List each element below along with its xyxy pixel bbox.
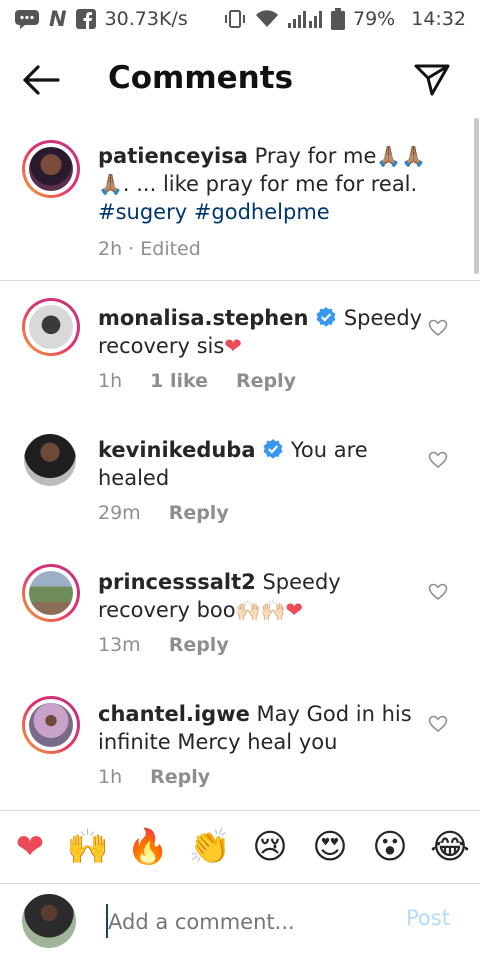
status-bar: N 30.73K/s 79% 14:32	[0, 0, 480, 38]
comment-meta: 13m Reply	[98, 634, 229, 656]
comment-username[interactable]: monalisa.stephen	[98, 306, 308, 330]
praying-hands-emoji: 🙏🏽🙏🏽	[376, 144, 427, 168]
like-heart-icon[interactable]	[428, 450, 448, 470]
clock: 14:32	[411, 8, 466, 30]
caption-line2: . ... like pray for me for real.	[122, 172, 418, 196]
scrollbar[interactable]	[474, 118, 479, 274]
comment-username[interactable]: kevinikeduba	[98, 438, 256, 462]
wifi-icon	[255, 9, 279, 29]
avatar-image	[29, 703, 73, 747]
vibrate-icon	[223, 9, 247, 29]
header: Comments	[0, 38, 480, 124]
avatar[interactable]	[22, 298, 80, 356]
avatar-image	[29, 147, 73, 191]
comment-line2: recovery sis	[98, 334, 225, 358]
caption-username[interactable]: patienceyisa	[98, 144, 248, 168]
page-title: Comments	[108, 60, 294, 96]
comment-text: princesssalt2 Speedy recovery boo🙌🏻🙌🏻❤	[98, 568, 428, 624]
heart-eyes-emoji-button[interactable]: 😍	[308, 825, 352, 869]
laughing-emoji-button[interactable]: 😂	[428, 825, 472, 869]
avatar[interactable]	[22, 140, 80, 198]
network-speed: 30.73K/s	[104, 8, 188, 30]
send-icon	[414, 64, 450, 96]
comment-meta: 1h 1 like Reply	[98, 370, 296, 392]
post-button[interactable]: Post	[406, 906, 450, 930]
heart-emoji-button[interactable]: ❤	[8, 825, 52, 869]
facebook-icon	[75, 9, 96, 29]
reply-button[interactable]: Reply	[150, 766, 210, 788]
fire-emoji-button[interactable]: 🔥	[126, 825, 170, 869]
heart-emoji: ❤	[285, 598, 304, 622]
reply-button[interactable]: Reply	[169, 634, 229, 656]
verified-badge-icon	[263, 439, 283, 459]
clapping-emoji-button[interactable]: 👏	[188, 825, 232, 869]
caption-text: patienceyisa Pray for me🙏🏽🙏🏽 🙏🏽. ... lik…	[98, 142, 428, 226]
comment-text: kevinikeduba You are healed	[98, 436, 428, 492]
avatar[interactable]	[22, 564, 80, 622]
heart-emoji: ❤	[224, 334, 242, 358]
comment-line2: healed	[98, 466, 170, 490]
comment-line2: infinite Mercy heal you	[98, 730, 338, 754]
comment-time: 29m	[98, 502, 141, 524]
back-button[interactable]	[20, 62, 62, 98]
raised-hands-emoji-button[interactable]: 🙌	[66, 825, 110, 869]
avatar-image	[29, 305, 73, 349]
like-heart-icon[interactable]	[428, 582, 448, 602]
arrow-left-icon	[23, 65, 60, 95]
comment-line1: Speedy	[343, 306, 423, 330]
comment-line1: Speedy	[262, 570, 341, 594]
comment-likes[interactable]: 1 like	[150, 370, 208, 392]
comment-text: monalisa.stephen Speedy recovery sis❤	[98, 304, 428, 360]
my-avatar[interactable]	[22, 894, 76, 948]
avatar-image	[22, 894, 76, 948]
caption-meta: 2h · Edited	[98, 238, 201, 260]
surprised-emoji-button[interactable]: 😮	[368, 825, 412, 869]
hashtags[interactable]: #sugery #godhelpme	[98, 200, 330, 224]
caption-line1: Pray for me	[254, 144, 377, 168]
avatar[interactable]	[22, 432, 80, 490]
avatar-image	[24, 434, 76, 486]
reply-button[interactable]: Reply	[169, 502, 229, 524]
like-heart-icon[interactable]	[428, 714, 448, 734]
comment-text: chantel.igwe May God in his infinite Mer…	[98, 700, 428, 756]
n-app-icon: N	[49, 7, 67, 31]
comment-username[interactable]: chantel.igwe	[98, 702, 250, 726]
battery-level: 79%	[353, 8, 396, 30]
comment-composer: Post	[0, 884, 480, 960]
reply-button[interactable]: Reply	[236, 370, 296, 392]
message-icon	[14, 9, 40, 29]
comment-input[interactable]	[106, 904, 410, 940]
sad-emoji-button[interactable]: 😢	[248, 825, 292, 869]
avatar-image	[29, 571, 73, 615]
comment-username[interactable]: princesssalt2	[98, 570, 256, 594]
comment-line1: May God in his	[256, 702, 412, 726]
like-heart-icon[interactable]	[428, 318, 448, 338]
comment-line1: You are	[290, 438, 368, 462]
comment-time: 1h	[98, 766, 123, 788]
emoji-quick-bar: ❤ 🙌 🔥 👏 😢 😍 😮 😂	[0, 810, 480, 884]
comment-time: 13m	[98, 634, 141, 656]
post-caption: patienceyisa Pray for me🙏🏽🙏🏽 🙏🏽. ... lik…	[0, 124, 480, 281]
comment-time: 1h	[98, 370, 123, 392]
raised-hands-emoji: 🙌🏻🙌🏻	[235, 598, 286, 622]
comment-meta: 29m Reply	[98, 502, 229, 524]
share-button[interactable]	[412, 60, 452, 100]
praying-hands-emoji: 🙏🏽	[98, 172, 123, 196]
battery-icon	[331, 8, 345, 30]
avatar[interactable]	[22, 696, 80, 754]
comment-meta: 1h Reply	[98, 766, 210, 788]
signal-icon	[287, 9, 323, 29]
comment-line2: recovery boo	[98, 598, 236, 622]
verified-badge-icon	[316, 307, 336, 327]
